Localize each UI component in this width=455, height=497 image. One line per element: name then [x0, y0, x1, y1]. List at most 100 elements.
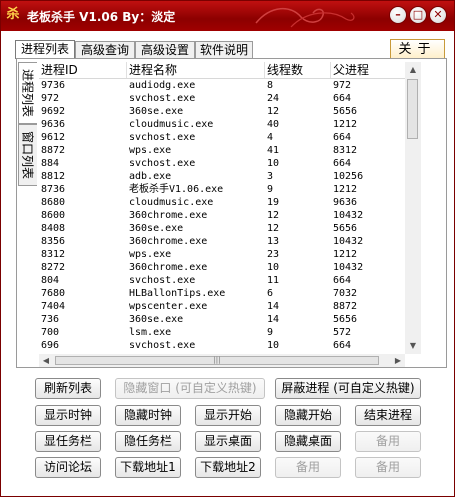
table-row[interactable]: 8736 老板杀手V1.06.exe 9 1212	[39, 183, 405, 196]
scroll-down-icon[interactable]: ▼	[405, 338, 421, 354]
table-cell: 664	[333, 93, 352, 104]
show-clock-button[interactable]: 显示时钟	[35, 405, 101, 426]
table-cell: 8872	[41, 145, 66, 156]
horizontal-scroll-thumb[interactable]: |||	[55, 356, 379, 365]
table-cell: cloudmusic.exe	[129, 197, 214, 208]
table-cell: 10256	[333, 171, 364, 182]
hide-clock-button[interactable]: 隐藏时钟	[115, 405, 181, 426]
reserved-button-1[interactable]: 备用	[355, 431, 421, 452]
table-row[interactable]: 8408 360se.exe 12 5656	[39, 222, 405, 235]
tab-software-help[interactable]: 软件说明	[195, 41, 253, 58]
table-row[interactable]: 8312 wps.exe 23 1212	[39, 248, 405, 261]
table-row[interactable]: 700 lsm.exe 9 572	[39, 326, 405, 339]
hide-taskbar-button[interactable]: 隐任务栏	[115, 431, 181, 452]
scroll-right-icon[interactable]: ▶	[391, 354, 405, 367]
hide-start-button[interactable]: 隐藏开始	[275, 405, 341, 426]
table-row[interactable]: 9692 360se.exe 12 5656	[39, 105, 405, 118]
hide-desktop-button[interactable]: 隐藏桌面	[275, 431, 341, 452]
table-row[interactable]: 7680 HLBallonTips.exe 6 7032	[39, 287, 405, 300]
table-cell: 老板杀手V1.06.exe	[129, 184, 224, 195]
minimize-button[interactable]: –	[389, 6, 407, 24]
column-header-parent[interactable]: 父进程	[331, 62, 405, 78]
table-row[interactable]: 9736 audiodg.exe 8 972	[39, 79, 405, 92]
show-start-button[interactable]: 显示开始	[195, 405, 261, 426]
table-cell: wps.exe	[129, 249, 172, 260]
show-desktop-button[interactable]: 显示桌面	[195, 431, 261, 452]
table-row[interactable]: 884 svchost.exe 10 664	[39, 157, 405, 170]
table-cell: 360se.exe	[129, 106, 184, 117]
table-cell: 41	[267, 145, 280, 156]
vertical-scrollbar[interactable]: ▲ ▼	[405, 62, 421, 354]
table-cell: 8736	[41, 184, 66, 195]
download-link-2-button[interactable]: 下载地址2	[195, 457, 261, 478]
table-cell: 8680	[41, 197, 66, 208]
table-row[interactable]: 7404 wpscenter.exe 14 8872	[39, 300, 405, 313]
table-cell: 736	[41, 314, 60, 325]
table-row[interactable]: 804 svchost.exe 11 664	[39, 274, 405, 287]
side-tab-process-list[interactable]: 进程列表	[18, 62, 37, 124]
table-cell: 8	[267, 80, 274, 91]
column-header-name[interactable]: 进程名称	[127, 62, 265, 78]
app-icon: 杀	[6, 7, 20, 22]
tab-advanced-settings[interactable]: 高级设置	[135, 41, 195, 58]
table-cell: svchost.exe	[129, 158, 196, 169]
hide-window-button[interactable]: 隐藏窗口 (可自定义热键)	[115, 378, 265, 399]
table-row[interactable]: 8272 360chrome.exe 10 10432	[39, 261, 405, 274]
visit-forum-button[interactable]: 访问论坛	[35, 457, 101, 478]
table-cell: 10432	[333, 210, 364, 221]
horizontal-scrollbar[interactable]: ◀ ||| ▶	[39, 354, 405, 367]
table-cell: 6	[267, 288, 274, 299]
table-cell: 360chrome.exe	[129, 236, 208, 247]
scroll-up-icon[interactable]: ▲	[405, 62, 421, 78]
table-cell: HLBallonTips.exe	[129, 288, 226, 299]
table-row[interactable]: 696 svchost.exe 10 664	[39, 339, 405, 352]
scroll-left-icon[interactable]: ◀	[39, 354, 53, 367]
download-link-1-button[interactable]: 下载地址1	[115, 457, 181, 478]
side-tab-window-list[interactable]: 窗口列表	[18, 124, 37, 186]
vertical-scroll-thumb[interactable]	[407, 79, 418, 139]
column-header-pid[interactable]: 进程ID	[39, 62, 127, 78]
table-cell: 5656	[333, 223, 358, 234]
block-process-button[interactable]: 屏蔽进程 (可自定义热键)	[275, 378, 421, 399]
reserved-button-2[interactable]: 备用	[275, 457, 341, 478]
table-row[interactable]: 9636 cloudmusic.exe 40 1212	[39, 118, 405, 131]
table-cell: 9	[267, 327, 274, 338]
title-bar[interactable]: 杀 老板杀手 V1.06 By：淡定 – □ ✕	[1, 1, 454, 31]
table-cell: 11	[267, 275, 280, 286]
end-process-button[interactable]: 结束进程	[355, 405, 421, 426]
about-button[interactable]: 关于	[390, 39, 445, 60]
reserved-button-3[interactable]: 备用	[355, 457, 421, 478]
table-row[interactable]: 8600 360chrome.exe 12 10432	[39, 209, 405, 222]
tab-advanced-query[interactable]: 高级查询	[75, 41, 135, 58]
table-row[interactable]: 9612 svchost.exe 4 664	[39, 131, 405, 144]
table-cell: 8872	[333, 301, 358, 312]
table-cell: audiodg.exe	[129, 80, 196, 91]
table-cell: 10432	[333, 262, 364, 273]
table-row[interactable]: 972 svchost.exe 24 664	[39, 92, 405, 105]
table-cell: 40	[267, 119, 280, 130]
table-cell: 10432	[333, 236, 364, 247]
table-cell: 9692	[41, 106, 66, 117]
table-row[interactable]: 8356 360chrome.exe 13 10432	[39, 235, 405, 248]
maximize-button[interactable]: □	[409, 6, 427, 24]
table-cell: 972	[333, 80, 352, 91]
table-cell: adb.exe	[129, 171, 172, 182]
process-rows: 9736 audiodg.exe 8 972 972 svchost.exe 24 664 96…	[39, 79, 405, 352]
table-cell: 14	[267, 314, 280, 325]
column-header-threads[interactable]: 线程数	[265, 62, 331, 78]
table-cell: 10	[267, 340, 280, 351]
table-cell: lsm.exe	[129, 327, 172, 338]
process-list[interactable]: 进程ID 进程名称 线程数 父进程 9 736 audiodg.exe 8 972 972…	[39, 62, 405, 354]
refresh-list-button[interactable]: 刷新列表	[35, 378, 101, 399]
table-cell: 664	[333, 158, 352, 169]
table-row[interactable]: 8812 adb.exe 3 10256	[39, 170, 405, 183]
table-cell: wps.exe	[129, 145, 172, 156]
tab-process-list[interactable]: 进程列表	[15, 40, 75, 59]
table-row[interactable]: 8680 cloudmusic.exe 19 9636	[39, 196, 405, 209]
table-cell: cloudmusic.exe	[129, 119, 214, 130]
table-row[interactable]: 8872 wps.exe 41 8312	[39, 144, 405, 157]
close-button[interactable]: ✕	[429, 6, 447, 24]
table-row[interactable]: 736 360se.exe 14 5656	[39, 313, 405, 326]
show-taskbar-button[interactable]: 显任务栏	[35, 431, 101, 452]
table-cell: 884	[41, 158, 60, 169]
